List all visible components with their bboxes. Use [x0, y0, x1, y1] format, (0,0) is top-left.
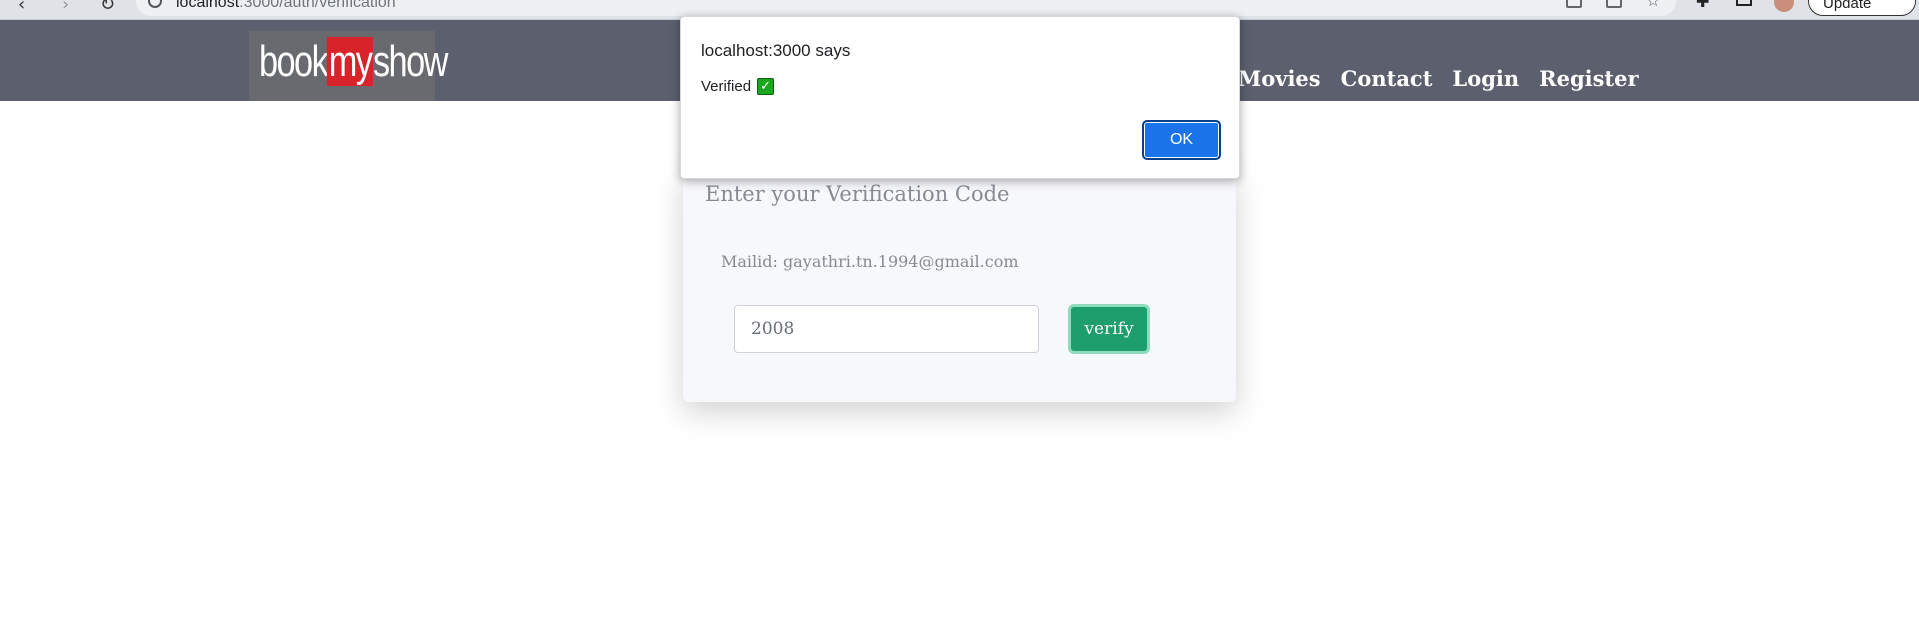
forward-icon[interactable]: › [62, 0, 69, 15]
dialog-message: Verified ✓ [701, 78, 775, 95]
logo-my: my [327, 37, 373, 86]
nav-link-movies[interactable]: Movies [1238, 66, 1321, 91]
dialog-title: localhost:3000 says [701, 41, 851, 60]
nav-link-contact[interactable]: Contact [1341, 66, 1433, 91]
check-mark-icon: ✓ [757, 78, 775, 95]
nav-links: Movies Contact Login Register [1238, 66, 1639, 91]
bookmark-star-icon[interactable]: ☆ [1646, 0, 1660, 10]
url-path: :3000/auth/verification [239, 0, 396, 11]
extensions-icon[interactable]: ✚ [1696, 0, 1709, 11]
bookmyshow-logo[interactable]: bookmyshow [249, 31, 448, 101]
window-icon[interactable] [1736, 0, 1752, 6]
dialog-message-text: Verified [701, 78, 752, 95]
logo-show: show [372, 37, 448, 86]
back-icon[interactable]: ‹ [18, 0, 25, 15]
verify-button[interactable]: verify [1068, 304, 1150, 354]
reload-icon[interactable]: ↻ [100, 0, 115, 15]
nav-link-login[interactable]: Login [1452, 66, 1519, 91]
verification-card: Enter your Verification Code Mailid: gay… [683, 170, 1236, 402]
card-title: Enter your Verification Code [705, 182, 1010, 206]
logo-book: book [259, 37, 329, 86]
verification-code-input[interactable] [734, 305, 1039, 353]
ok-button[interactable]: OK [1142, 120, 1221, 160]
alert-dialog: localhost:3000 says Verified ✓ OK [680, 16, 1240, 179]
address-text[interactable]: localhost:3000/auth/verification [176, 0, 396, 12]
url-host: localhost [176, 0, 240, 11]
logo-text: bookmyshow [259, 37, 448, 87]
update-button[interactable]: Update [1808, 0, 1916, 16]
mail-id-text: Mailid: gayathri.tn.1994@gmail.com [721, 252, 1019, 271]
share-icon[interactable] [1606, 0, 1622, 8]
nav-link-register[interactable]: Register [1539, 66, 1638, 91]
screenshot-icon[interactable] [1566, 0, 1582, 8]
profile-avatar[interactable] [1774, 0, 1794, 12]
